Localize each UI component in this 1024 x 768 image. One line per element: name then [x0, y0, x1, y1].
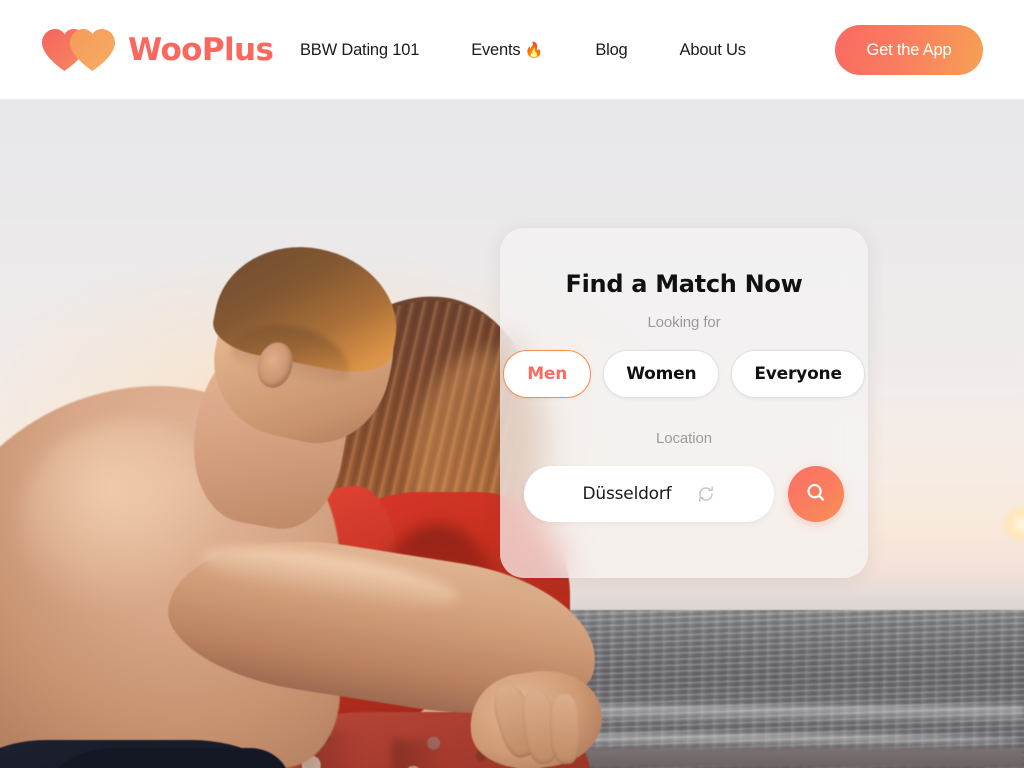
location-label: Location — [656, 430, 712, 447]
card-title: Find a Match Now — [565, 270, 803, 298]
location-input[interactable]: Düsseldorf — [524, 466, 774, 522]
finger — [548, 693, 582, 765]
nav-label: About Us — [679, 40, 746, 59]
get-the-app-button[interactable]: Get the App — [835, 25, 983, 75]
brand-name: WooPlus — [128, 31, 274, 68]
nav-label: BBW Dating 101 — [300, 40, 420, 59]
page-root: WooPlus BBW Dating 101 Events 🔥 Blog Abo… — [0, 0, 1024, 768]
looking-for-label: Looking for — [647, 314, 721, 331]
find-a-match-card: Find a Match Now Looking for Men Women E… — [500, 228, 868, 578]
search-button[interactable] — [788, 466, 844, 522]
nav-item-events[interactable]: Events 🔥 — [471, 33, 543, 68]
brand-logo[interactable]: WooPlus — [40, 24, 274, 76]
nav-label: Events — [471, 40, 521, 59]
option-men[interactable]: Men — [503, 350, 592, 398]
main-nav: BBW Dating 101 Events 🔥 Blog About Us — [300, 0, 746, 100]
nav-item-about-us[interactable]: About Us — [680, 33, 746, 68]
hero-section: Find a Match Now Looking for Men Women E… — [0, 100, 1024, 768]
skirt-fold — [392, 740, 444, 768]
fire-emoji-icon: 🔥 — [524, 41, 544, 59]
option-everyone[interactable]: Everyone — [731, 350, 865, 398]
location-value: Düsseldorf — [582, 484, 672, 504]
two-hearts-icon — [40, 27, 120, 73]
nav-item-bbw-dating-101[interactable]: BBW Dating 101 — [300, 33, 419, 68]
nav-label: Blog — [595, 40, 628, 59]
looking-for-options: Men Women Everyone — [500, 350, 868, 398]
location-row: Düsseldorf — [500, 466, 868, 522]
option-women[interactable]: Women — [603, 350, 720, 398]
refresh-icon[interactable] — [697, 485, 715, 503]
nav-item-blog[interactable]: Blog — [595, 33, 627, 68]
site-header: WooPlus BBW Dating 101 Events 🔥 Blog Abo… — [0, 0, 1024, 100]
search-icon — [804, 481, 828, 508]
